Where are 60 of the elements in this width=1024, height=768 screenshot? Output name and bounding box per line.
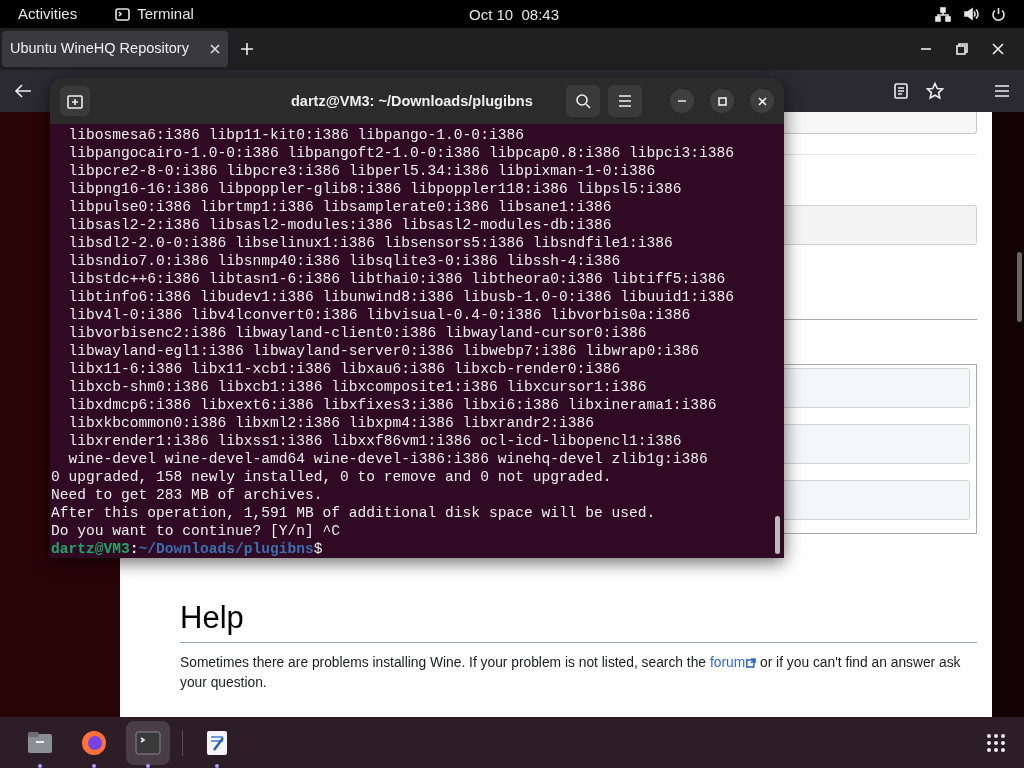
app-menu[interactable]: Terminal — [137, 2, 194, 26]
forum-link[interactable]: forum — [709, 655, 757, 670]
minimize-icon — [678, 100, 686, 102]
menu-button[interactable] — [608, 85, 642, 117]
terminal-output-line: libsasl2-2:i386 libsasl2-modules:i386 libsasl2-modules-db:i386 — [67, 216, 613, 234]
app-grid-icon[interactable] — [986, 732, 1006, 753]
terminal-output-line: libpangocairo-1.0-0:i386 libpangoft2-1.0-0:i386 libpcap0.8:i386 libpci3:i386 — [67, 144, 736, 162]
back-icon[interactable] — [14, 83, 32, 99]
terminal-output-line: libxrender1:i386 libxss1:i386 libxxf86vm1:i386 ocl-icd-libopencl1:i386 — [67, 432, 683, 450]
reader-view-icon[interactable] — [894, 83, 908, 99]
close-button[interactable] — [750, 89, 774, 113]
terminal-output-line: libx11-6:i386 libx11-xcb1:i386 libxau6:i386 libxcb-render0:i386 — [67, 360, 622, 378]
terminal-output-line: libxdmcp6:i386 libxext6:i386 libxfixes3:i386 libxi6:i386 libxinerama1:i386 — [67, 396, 718, 414]
activities-button[interactable]: Activities — [18, 2, 78, 26]
maximize-button[interactable] — [710, 89, 734, 113]
terminal-output-line: libpng16-16:i386 libpoppler-glib8:i386 libpoppler118:i386 libpsl5:i386 — [67, 180, 683, 198]
minimize-button[interactable] — [670, 89, 694, 113]
network-icon[interactable] — [935, 6, 951, 22]
maximize-icon — [716, 95, 728, 107]
help-paragraph: Sometimes there are problems installing Wine. If your problem is not listed, search the forum or if you can't find an answer ask your question. — [180, 654, 962, 692]
clock[interactable]: Oct 10 08:43 — [469, 4, 560, 27]
bookmark-star-icon[interactable] — [926, 82, 944, 100]
terminal-output-line: libosmesa6:i386 libp11-kit0:i386 libpango-1.0-0:i386 — [67, 126, 525, 144]
terminal-output-line: libpcre2-8-0:i386 libpcre3:i386 libperl5.34:i386 libpixman-1-0:i386 — [67, 162, 657, 180]
terminal-output-line: libtinfo6:i386 libudev1:i386 libunwind8:i386 libusb-1.0-0:i386 libuuid1:i386 — [67, 288, 736, 306]
terminal-output-line: libsdl2-2.0-0:i386 libselinux1:i386 libsensors5:i386 libsndfile1:i386 — [67, 234, 674, 252]
close-icon[interactable] — [992, 43, 1004, 55]
terminal-output-line: libpulse0:i386 librtmp1:i386 libsamplerate0:i386 libsane1:i386 — [67, 198, 613, 216]
close-icon[interactable] — [210, 44, 220, 54]
terminal-output-line: libvorbisenc2:i386 libwayland-client0:i386 libwayland-cursor0:i386 — [67, 324, 648, 342]
page-heading: Help — [180, 599, 245, 637]
search-icon — [575, 93, 591, 109]
new-tab-icon — [67, 93, 83, 109]
search-button[interactable] — [566, 85, 600, 117]
terminal-output-line: libxcb-shm0:i386 libxcb1:i386 libxcomposite1:i386 libxcursor1:i386 — [67, 378, 648, 396]
menu-icon — [618, 95, 632, 107]
terminal-output-line: 0 upgraded, 158 newly installed, 0 to remove and 0 not upgraded. — [50, 468, 613, 486]
terminal-icon — [115, 7, 131, 21]
terminal-output-line: libwayland-egl1:i386 libwayland-server0:i386 libwebp7:i386 libwrap0:i386 — [67, 342, 701, 360]
terminal-output-line: After this operation, 1,591 MB of additional disk space will be used. — [50, 504, 657, 522]
scrollbar-thumb[interactable] — [775, 516, 780, 554]
terminal-output-line: libv4l-0:i386 libv4lconvert0:i386 libvisual-0.4-0:i386 libvorbis0a:i386 — [67, 306, 692, 324]
terminal-output-line: wine-devel wine-devel-amd64 wine-devel-i386:i386 winehq-devel zlib1g:i386 — [67, 450, 709, 468]
terminal-output-line: Do you want to continue? [Y/n] ^C — [50, 522, 341, 540]
terminal-output-line: libstdc++6:i386 libtasn1-6:i386 libthai0:i386 libtheora0:i386 libtiff5:i386 — [67, 270, 727, 288]
restore-icon[interactable] — [956, 43, 968, 55]
power-icon[interactable] — [991, 6, 1006, 22]
terminal-output-line: Need to get 283 MB of archives. — [50, 486, 324, 504]
external-link-icon — [746, 658, 757, 669]
menu-icon[interactable] — [994, 84, 1010, 98]
new-tab-button[interactable] — [60, 86, 90, 116]
close-icon — [756, 95, 768, 107]
window-title: dartz@VM3: ~/Downloads/plugibns — [291, 92, 533, 111]
terminal-output-line: libxkbcommon0:i386 libxml2:i386 libxpm4:i386 libxrandr2:i386 — [67, 414, 595, 432]
terminal-output-line: libsndio7.0:i386 libsnmp40:i386 libsqlite3-0:i386 libssh-4:i386 — [67, 252, 622, 270]
scrollbar-thumb[interactable] — [1017, 252, 1022, 322]
terminal-prompt: dartz@VM3:~/Downloads/plugibns$ — [50, 540, 324, 558]
new-tab-icon[interactable] — [240, 42, 254, 56]
volume-icon[interactable] — [963, 7, 979, 21]
browser-tab[interactable]: Ubuntu WineHQ Repository — [2, 31, 228, 67]
